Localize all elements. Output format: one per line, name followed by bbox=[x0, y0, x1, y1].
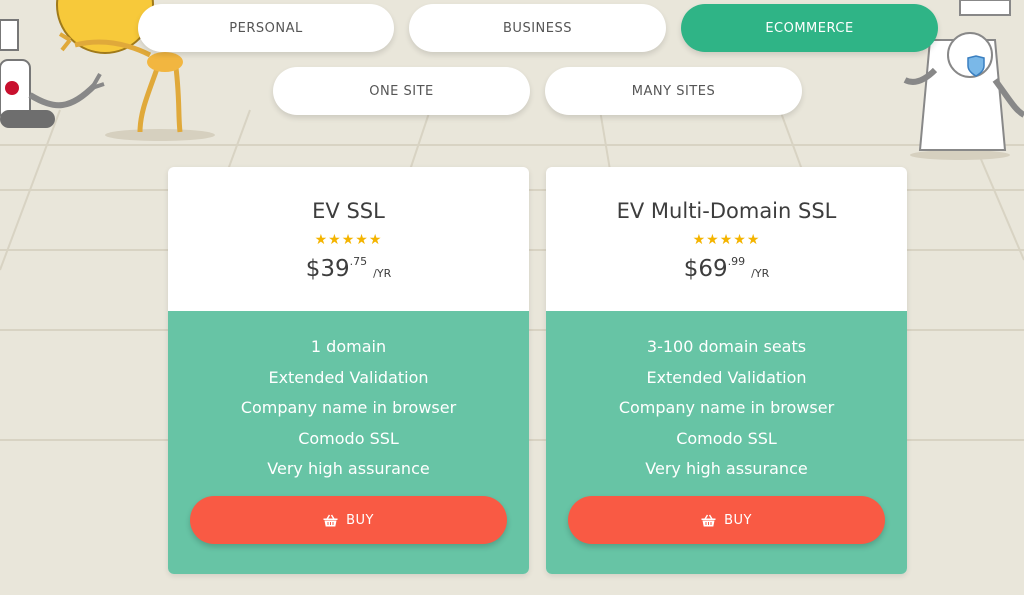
buy-label: BUY bbox=[724, 512, 752, 528]
basket-icon bbox=[323, 514, 338, 526]
feature-item: Company name in browser bbox=[618, 398, 835, 417]
feature-item: 3-100 domain seats bbox=[646, 337, 807, 356]
buy-button[interactable]: BUY bbox=[190, 496, 507, 544]
basket-icon bbox=[701, 514, 716, 526]
card-header: EV SSL ★★★★★ $39 .75 /YR bbox=[168, 167, 529, 311]
star-rating: ★★★★★ bbox=[692, 232, 761, 248]
tab-ecommerce[interactable]: ECOMMERCE bbox=[681, 4, 938, 52]
feature-item: Extended Validation bbox=[268, 367, 429, 387]
tab-business[interactable]: BUSINESS bbox=[409, 4, 666, 52]
plan-price: $39 .75 /YR bbox=[168, 253, 529, 285]
price-period: /YR bbox=[373, 267, 392, 280]
star-rating: ★★★★★ bbox=[314, 232, 383, 248]
pricing-card-ev-multi-domain-ssl: EV Multi-Domain SSL ★★★★★ $69 .99 /YR 3-… bbox=[546, 167, 907, 574]
price-period: /YR bbox=[751, 267, 770, 280]
tab-many-sites[interactable]: MANY SITES bbox=[545, 67, 802, 115]
buy-button[interactable]: BUY bbox=[568, 496, 885, 544]
price-dollars: $69 bbox=[683, 256, 728, 282]
plan-title: EV SSL bbox=[312, 199, 385, 223]
price-cents: .99 bbox=[727, 255, 746, 268]
plan-price: $69 .99 /YR bbox=[546, 253, 907, 285]
price-cents: .75 bbox=[349, 255, 368, 268]
feature-item: Very high assurance bbox=[645, 459, 808, 478]
feature-item: Extended Validation bbox=[646, 367, 807, 387]
feature-item: Company name in browser bbox=[240, 398, 457, 417]
price-dollars: $39 bbox=[305, 256, 350, 282]
feature-item: Comodo SSL bbox=[298, 428, 399, 448]
tab-personal[interactable]: PERSONAL bbox=[138, 4, 394, 52]
pricing-card-ev-ssl: EV SSL ★★★★★ $39 .75 /YR 1 domain Extend… bbox=[168, 167, 529, 574]
tab-one-site[interactable]: ONE SITE bbox=[273, 67, 530, 115]
buy-label: BUY bbox=[346, 512, 374, 528]
feature-item: Comodo SSL bbox=[676, 428, 777, 448]
plan-title: EV Multi-Domain SSL bbox=[616, 199, 837, 223]
feature-item: Very high assurance bbox=[267, 459, 430, 478]
card-header: EV Multi-Domain SSL ★★★★★ $69 .99 /YR bbox=[546, 167, 907, 311]
feature-item: 1 domain bbox=[310, 337, 387, 356]
